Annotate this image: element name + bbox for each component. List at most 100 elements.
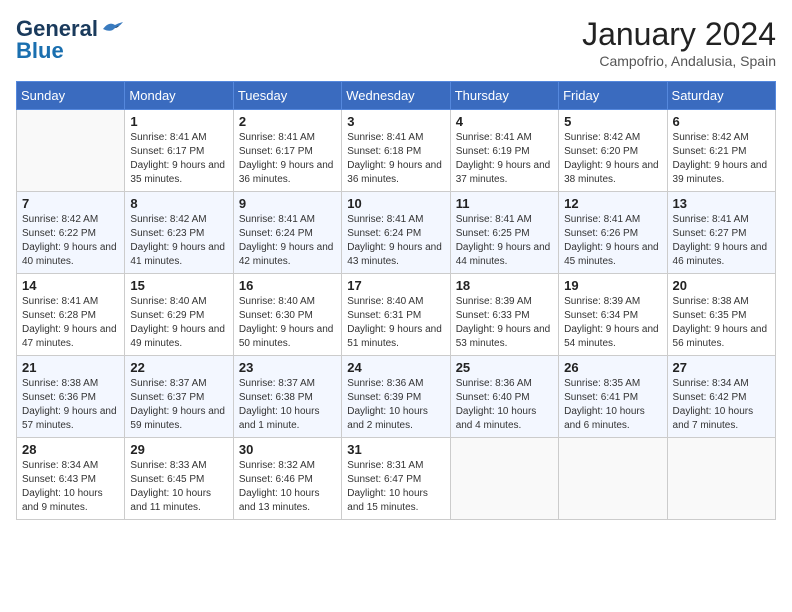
weekday-header-friday: Friday <box>559 82 667 110</box>
calendar-cell <box>559 438 667 520</box>
calendar-cell: 8Sunrise: 8:42 AMSunset: 6:23 PMDaylight… <box>125 192 233 274</box>
calendar-week-row: 14Sunrise: 8:41 AMSunset: 6:28 PMDayligh… <box>17 274 776 356</box>
day-number: 1 <box>130 114 227 129</box>
calendar-cell: 20 Sunrise: 8:38 AMSunset: 6:35 PMDayligh… <box>667 274 775 356</box>
day-number: 19 <box>564 278 661 293</box>
day-detail: Sunrise: 8:41 AMSunset: 6:18 PMDaylight:… <box>347 131 444 187</box>
location-subtitle: Campofrio, Andalusia, Spain <box>582 53 776 69</box>
weekday-header-row: SundayMondayTuesdayWednesdayThursdayFrid… <box>17 82 776 110</box>
day-number: 2 <box>239 114 336 129</box>
calendar-table: SundayMondayTuesdayWednesdayThursdayFrid… <box>16 81 776 520</box>
day-number: 24 <box>347 360 444 375</box>
day-number: 3 <box>347 114 444 129</box>
day-number: 13 <box>673 196 770 211</box>
day-number: 20 <box>673 278 770 293</box>
day-detail: Sunrise: 8:36 AMSunset: 6:40 PMDaylight:… <box>456 377 553 433</box>
calendar-cell: 15Sunrise: 8:40 AMSunset: 6:29 PMDayligh… <box>125 274 233 356</box>
day-detail: Sunrise: 8:41 AMSunset: 6:24 PMDaylight:… <box>239 213 336 269</box>
calendar-cell: 23 Sunrise: 8:37 AMSunset: 6:38 PMDayligh… <box>233 356 341 438</box>
day-number: 23 <box>239 360 336 375</box>
calendar-cell: 13 Sunrise: 8:41 AMSunset: 6:27 PMDayligh… <box>667 192 775 274</box>
calendar-cell: 2 Sunrise: 8:41 AMSunset: 6:17 PMDaylight… <box>233 110 341 192</box>
day-number: 16 <box>239 278 336 293</box>
calendar-cell: 17 Sunrise: 8:40 AMSunset: 6:31 PMDayligh… <box>342 274 450 356</box>
day-number: 31 <box>347 442 444 457</box>
title-block: January 2024 Campofrio, Andalusia, Spain <box>582 16 776 69</box>
logo-blue-text: Blue <box>16 38 64 64</box>
day-number: 30 <box>239 442 336 457</box>
day-detail: Sunrise: 8:38 AMSunset: 6:36 PMDaylight:… <box>22 377 119 433</box>
day-detail: Sunrise: 8:37 AMSunset: 6:38 PMDaylight:… <box>239 377 336 433</box>
calendar-cell: 3 Sunrise: 8:41 AMSunset: 6:18 PMDaylight… <box>342 110 450 192</box>
day-detail: Sunrise: 8:33 AMSunset: 6:45 PMDaylight:… <box>130 459 227 515</box>
calendar-cell: 18 Sunrise: 8:39 AMSunset: 6:33 PMDayligh… <box>450 274 558 356</box>
day-number: 15 <box>130 278 227 293</box>
calendar-cell: 28 Sunrise: 8:34 AMSunset: 6:43 PMDayligh… <box>17 438 125 520</box>
calendar-cell: 9 Sunrise: 8:41 AMSunset: 6:24 PMDaylight… <box>233 192 341 274</box>
calendar-week-row: 28 Sunrise: 8:34 AMSunset: 6:43 PMDayligh… <box>17 438 776 520</box>
day-detail: Sunrise: 8:40 AMSunset: 6:30 PMDaylight:… <box>239 295 336 351</box>
calendar-cell: 29 Sunrise: 8:33 AMSunset: 6:45 PMDayligh… <box>125 438 233 520</box>
day-number: 18 <box>456 278 553 293</box>
calendar-cell <box>450 438 558 520</box>
calendar-cell: 7 Sunrise: 8:42 AMSunset: 6:22 PMDaylight… <box>17 192 125 274</box>
day-detail: Sunrise: 8:41 AMSunset: 6:17 PMDaylight:… <box>130 131 227 187</box>
day-detail: Sunrise: 8:35 AMSunset: 6:41 PMDaylight:… <box>564 377 661 433</box>
day-detail: Sunrise: 8:42 AMSunset: 6:20 PMDaylight:… <box>564 131 661 187</box>
day-detail: Sunrise: 8:41 AMSunset: 6:19 PMDaylight:… <box>456 131 553 187</box>
calendar-cell: 5 Sunrise: 8:42 AMSunset: 6:20 PMDaylight… <box>559 110 667 192</box>
calendar-cell: 14Sunrise: 8:41 AMSunset: 6:28 PMDayligh… <box>17 274 125 356</box>
calendar-cell: 30Sunrise: 8:32 AMSunset: 6:46 PMDayligh… <box>233 438 341 520</box>
day-detail: Sunrise: 8:37 AMSunset: 6:37 PMDaylight:… <box>130 377 227 433</box>
day-detail: Sunrise: 8:41 AMSunset: 6:17 PMDaylight:… <box>239 131 336 187</box>
day-detail: Sunrise: 8:39 AMSunset: 6:34 PMDaylight:… <box>564 295 661 351</box>
day-number: 11 <box>456 196 553 211</box>
calendar-week-row: 1 Sunrise: 8:41 AMSunset: 6:17 PMDaylight… <box>17 110 776 192</box>
logo: General Blue <box>16 16 123 64</box>
weekday-header-wednesday: Wednesday <box>342 82 450 110</box>
weekday-header-thursday: Thursday <box>450 82 558 110</box>
calendar-week-row: 21 Sunrise: 8:38 AMSunset: 6:36 PMDayligh… <box>17 356 776 438</box>
day-detail: Sunrise: 8:36 AMSunset: 6:39 PMDaylight:… <box>347 377 444 433</box>
day-detail: Sunrise: 8:41 AMSunset: 6:25 PMDaylight:… <box>456 213 553 269</box>
calendar-cell: 19 Sunrise: 8:39 AMSunset: 6:34 PMDayligh… <box>559 274 667 356</box>
day-detail: Sunrise: 8:42 AMSunset: 6:22 PMDaylight:… <box>22 213 119 269</box>
day-number: 6 <box>673 114 770 129</box>
day-detail: Sunrise: 8:40 AMSunset: 6:31 PMDaylight:… <box>347 295 444 351</box>
logo-bird-icon <box>101 21 123 37</box>
day-number: 17 <box>347 278 444 293</box>
weekday-header-sunday: Sunday <box>17 82 125 110</box>
day-detail: Sunrise: 8:42 AMSunset: 6:21 PMDaylight:… <box>673 131 770 187</box>
calendar-cell: 11 Sunrise: 8:41 AMSunset: 6:25 PMDayligh… <box>450 192 558 274</box>
calendar-cell: 26 Sunrise: 8:35 AMSunset: 6:41 PMDayligh… <box>559 356 667 438</box>
day-number: 25 <box>456 360 553 375</box>
day-number: 29 <box>130 442 227 457</box>
calendar-cell: 16 Sunrise: 8:40 AMSunset: 6:30 PMDayligh… <box>233 274 341 356</box>
calendar-cell: 25 Sunrise: 8:36 AMSunset: 6:40 PMDayligh… <box>450 356 558 438</box>
day-detail: Sunrise: 8:38 AMSunset: 6:35 PMDaylight:… <box>673 295 770 351</box>
day-number: 21 <box>22 360 119 375</box>
day-number: 9 <box>239 196 336 211</box>
calendar-cell: 12Sunrise: 8:41 AMSunset: 6:26 PMDayligh… <box>559 192 667 274</box>
day-number: 4 <box>456 114 553 129</box>
day-detail: Sunrise: 8:41 AMSunset: 6:27 PMDaylight:… <box>673 213 770 269</box>
day-detail: Sunrise: 8:31 AMSunset: 6:47 PMDaylight:… <box>347 459 444 515</box>
day-number: 22 <box>130 360 227 375</box>
calendar-cell: 10Sunrise: 8:41 AMSunset: 6:24 PMDayligh… <box>342 192 450 274</box>
day-number: 26 <box>564 360 661 375</box>
day-number: 28 <box>22 442 119 457</box>
day-number: 8 <box>130 196 227 211</box>
calendar-cell: 1 Sunrise: 8:41 AMSunset: 6:17 PMDaylight… <box>125 110 233 192</box>
calendar-cell: 31 Sunrise: 8:31 AMSunset: 6:47 PMDayligh… <box>342 438 450 520</box>
day-number: 12 <box>564 196 661 211</box>
day-detail: Sunrise: 8:34 AMSunset: 6:43 PMDaylight:… <box>22 459 119 515</box>
calendar-cell: 21 Sunrise: 8:38 AMSunset: 6:36 PMDayligh… <box>17 356 125 438</box>
day-number: 7 <box>22 196 119 211</box>
month-year-title: January 2024 <box>582 16 776 53</box>
day-detail: Sunrise: 8:39 AMSunset: 6:33 PMDaylight:… <box>456 295 553 351</box>
day-detail: Sunrise: 8:41 AMSunset: 6:24 PMDaylight:… <box>347 213 444 269</box>
calendar-week-row: 7 Sunrise: 8:42 AMSunset: 6:22 PMDaylight… <box>17 192 776 274</box>
calendar-cell: 6 Sunrise: 8:42 AMSunset: 6:21 PMDaylight… <box>667 110 775 192</box>
day-number: 5 <box>564 114 661 129</box>
calendar-cell <box>667 438 775 520</box>
